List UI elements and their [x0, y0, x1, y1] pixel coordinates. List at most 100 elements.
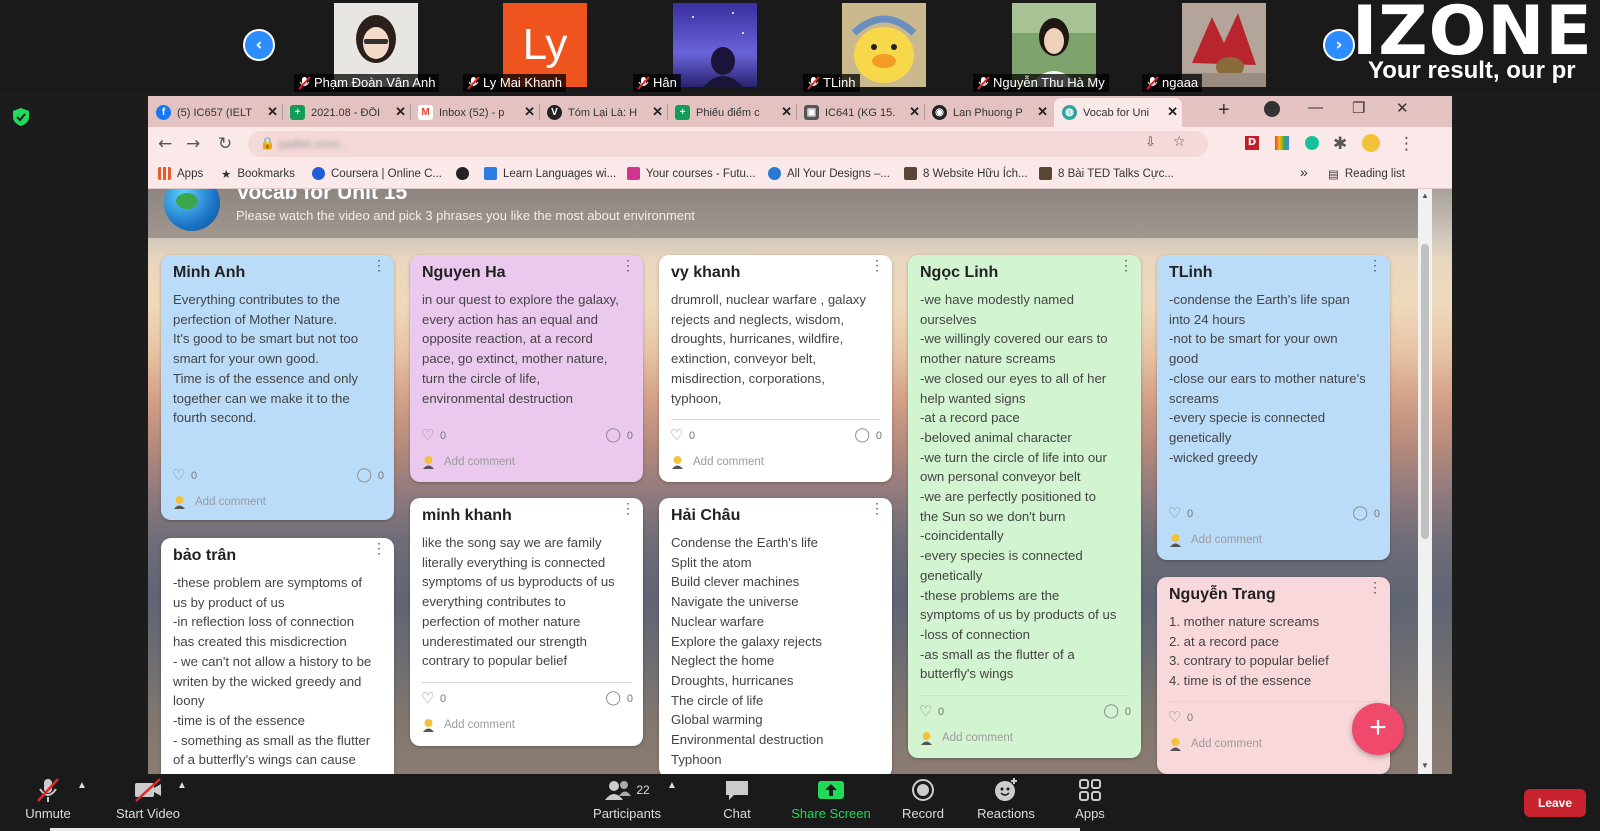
comment-bubble-icon[interactable]: ◯	[605, 426, 621, 443]
like-heart-icon[interactable]: ♡	[172, 466, 185, 484]
add-comment-field[interactable]: Add comment	[1191, 738, 1262, 750]
scroll-up-arrow-icon[interactable]: ▲	[1421, 191, 1429, 200]
post-card[interactable]: Minh Anh ⋮ Everything contributes to the…	[161, 255, 394, 520]
post-menu-icon[interactable]: ⋮	[1368, 580, 1382, 594]
like-heart-icon[interactable]: ♡	[919, 702, 932, 720]
post-card[interactable]: Ngọc Linh ⋮ -we have modestly named ourse…	[908, 255, 1141, 758]
close-tab-icon[interactable]: ✕	[1037, 104, 1048, 120]
apps-button[interactable]: Apps	[1060, 774, 1120, 831]
post-menu-icon[interactable]: ⋮	[621, 258, 635, 272]
audio-options-caret-icon[interactable]: ▲	[77, 780, 87, 791]
participants-button[interactable]: 22 Participants	[587, 774, 667, 831]
post-menu-icon[interactable]: ⋮	[621, 501, 635, 515]
tab-search-icon[interactable]	[1264, 101, 1280, 117]
address-bar[interactable]: 🔒 padlet.com/... ☆ ⇩	[248, 131, 1208, 157]
close-tab-icon[interactable]: ✕	[1167, 104, 1178, 120]
browser-tab[interactable]: f (5) IC657 (IELT ✕	[148, 98, 282, 127]
minimize-icon[interactable]: —	[1308, 99, 1323, 116]
add-comment-field[interactable]: Add comment	[444, 456, 515, 468]
post-card[interactable]: TLinh ⋮ -condense the Earth's life span i…	[1157, 255, 1390, 560]
start-video-button[interactable]: Start Video	[110, 774, 186, 831]
post-menu-icon[interactable]: ⋮	[372, 258, 386, 272]
close-tab-icon[interactable]: ✕	[652, 104, 663, 120]
comment-bubble-icon[interactable]: ◯	[1103, 702, 1119, 719]
profile-avatar[interactable]	[1362, 134, 1380, 152]
add-comment-field[interactable]: Add comment	[942, 732, 1013, 744]
reload-icon[interactable]: ↻	[218, 134, 232, 154]
restore-icon[interactable]: ❐	[1352, 99, 1365, 117]
chat-button[interactable]: Chat	[707, 774, 767, 831]
close-tab-icon[interactable]: ✕	[395, 104, 406, 120]
post-menu-icon[interactable]: ⋮	[1368, 258, 1382, 272]
new-tab-plus-icon[interactable]: +	[1218, 99, 1230, 122]
add-post-button[interactable]: +	[1352, 703, 1404, 755]
post-menu-icon[interactable]: ⋮	[870, 258, 884, 272]
browser-tab[interactable]: + 2021.08 - ĐỐI ✕	[282, 98, 410, 127]
bookmarks-overflow-chevron-icon[interactable]: »	[1300, 164, 1308, 180]
post-menu-icon[interactable]: ⋮	[870, 501, 884, 515]
browser-tab[interactable]: M Inbox (52) - p ✕	[410, 98, 539, 127]
bookmark-item[interactable]: 8 Website Hữu Ích...	[904, 167, 1028, 180]
browser-tab[interactable]: ▣ IC641 (KG 15. ✕	[796, 98, 924, 127]
record-button[interactable]: Record	[893, 774, 953, 831]
comment-bubble-icon[interactable]: ◯	[854, 426, 870, 443]
close-tab-icon[interactable]: ✕	[909, 104, 920, 120]
extension-d-icon[interactable]: D	[1245, 136, 1259, 150]
comment-bubble-icon[interactable]: ◯	[1352, 504, 1368, 521]
browser-tab[interactable]: + Phiếu điểm c ✕	[667, 98, 796, 127]
like-heart-icon[interactable]: ♡	[1168, 708, 1181, 726]
add-comment-field[interactable]: Add comment	[1191, 534, 1262, 546]
bookmark-item[interactable]: ★ Bookmarks	[221, 167, 295, 181]
previous-participants-button[interactable]: ‹	[243, 29, 275, 61]
add-comment-field[interactable]: Add comment	[444, 719, 515, 731]
bookmark-item[interactable]	[456, 167, 475, 180]
comment-bubble-icon[interactable]: ◯	[356, 466, 372, 483]
page-scrollbar[interactable]: ▲ ▼	[1418, 189, 1432, 774]
leave-meeting-button[interactable]: Leave	[1524, 789, 1586, 817]
forward-arrow-icon[interactable]: →	[186, 134, 200, 154]
grammarly-icon[interactable]	[1305, 136, 1319, 150]
unmute-button[interactable]: Unmute	[18, 774, 78, 831]
reactions-button[interactable]: Reactions	[968, 774, 1044, 831]
like-heart-icon[interactable]: ♡	[421, 689, 434, 707]
participants-options-caret-icon[interactable]: ▲	[667, 780, 677, 791]
add-comment-field[interactable]: Add comment	[195, 496, 266, 508]
bookmark-item[interactable]: Coursera | Online C...	[312, 167, 442, 180]
extension-color-icon[interactable]	[1275, 136, 1289, 150]
close-tab-icon[interactable]: ✕	[524, 104, 535, 120]
close-tab-icon[interactable]: ✕	[267, 104, 278, 120]
scrollbar-thumb[interactable]	[1421, 244, 1429, 539]
bookmark-star-icon[interactable]: ☆	[1173, 134, 1186, 150]
back-arrow-icon[interactable]: ←	[158, 134, 172, 154]
add-comment-field[interactable]: Add comment	[693, 456, 764, 468]
bookmark-item[interactable]: Your courses - Futu...	[627, 167, 756, 180]
address-url[interactable]: padlet.com/...	[278, 137, 350, 151]
close-window-icon[interactable]: ✕	[1396, 99, 1409, 117]
browser-tab[interactable]: ◉ Lan Phuong P ✕	[924, 98, 1052, 127]
comment-bubble-icon[interactable]: ◯	[605, 689, 621, 706]
close-tab-icon[interactable]: ✕	[781, 104, 792, 120]
post-menu-icon[interactable]: ⋮	[372, 541, 386, 555]
next-participants-button[interactable]: ›	[1323, 29, 1355, 61]
scroll-down-arrow-icon[interactable]: ▼	[1421, 761, 1429, 770]
post-menu-icon[interactable]: ⋮	[1119, 258, 1133, 272]
install-app-icon[interactable]: ⇩	[1145, 135, 1156, 150]
extensions-puzzle-icon[interactable]: ✱	[1333, 134, 1347, 154]
bookmark-item[interactable]: All Your Designs –...	[768, 167, 890, 180]
reading-list-button[interactable]: ▤ Reading list	[1328, 167, 1405, 181]
post-card[interactable]: Nguyễn Trang ⋮ 1. mother nature screams 2…	[1157, 577, 1390, 774]
post-card[interactable]: Hải Châu ⋮ Condense the Earth's life Spli…	[659, 498, 892, 774]
like-heart-icon[interactable]: ♡	[421, 426, 434, 444]
browser-tab[interactable]: V Tóm Lại Là: H ✕	[539, 98, 667, 127]
browser-tab-active[interactable]: ◍ Vocab for Uni ✕	[1054, 98, 1182, 127]
share-screen-button[interactable]: Share Screen	[787, 774, 875, 831]
video-options-caret-icon[interactable]: ▲	[177, 780, 187, 791]
more-menu-icon[interactable]: ⋮	[1398, 134, 1415, 154]
post-card[interactable]: Nguyen Ha ⋮ in our quest to explore the …	[410, 255, 643, 482]
like-heart-icon[interactable]: ♡	[670, 426, 683, 444]
bookmark-item[interactable]: Learn Languages wi...	[484, 167, 616, 180]
post-card[interactable]: bảo trân ⋮ -these problem are symptoms o…	[161, 538, 394, 774]
like-heart-icon[interactable]: ♡	[1168, 504, 1181, 522]
participant-tile[interactable]	[673, 3, 757, 87]
post-card[interactable]: minh khanh ⋮ like the song say we are fa…	[410, 498, 643, 746]
